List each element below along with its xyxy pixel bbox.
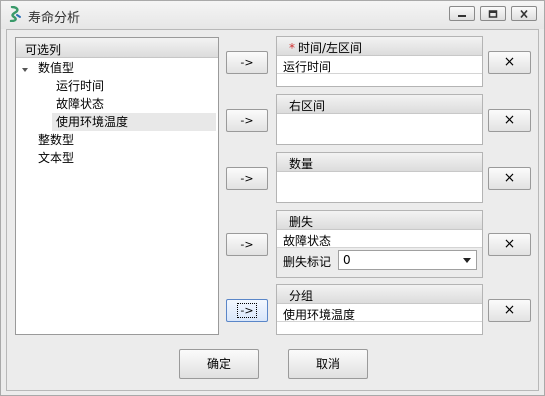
move-arrow-label: -> [237, 303, 257, 318]
tree-item-selected[interactable]: 使用环境温度 [52, 113, 216, 131]
move-to-quantity-button[interactable]: -> [226, 167, 268, 190]
remove-right-interval-button[interactable]: × [488, 109, 531, 132]
tree-group-integer[interactable]: 整数型 [38, 131, 74, 149]
remove-label: × [503, 112, 516, 128]
quantity-label: 数量 [277, 153, 482, 172]
right-interval-label: 右区间 [277, 95, 482, 114]
censor-label: 删失 [277, 211, 482, 230]
move-to-time-button[interactable]: -> [226, 51, 268, 74]
censor-flag-label: 删失标记 [283, 255, 332, 269]
column-list-header: 可选列 [16, 38, 218, 58]
group-label: 分组 [277, 285, 482, 304]
move-arrow-label: -> [240, 238, 254, 251]
app-logo-icon [8, 5, 22, 23]
censor-flag-row: 删失标记 0 [277, 248, 482, 274]
move-arrow-label: -> [240, 114, 254, 127]
censor-value[interactable]: 故障状态 [277, 230, 482, 248]
tree-item[interactable]: 运行时间 [56, 77, 216, 95]
time-left-interval-label: 时间/左区间 [298, 41, 363, 55]
quantity-slot[interactable]: 数量 [276, 152, 483, 203]
move-to-censor-button[interactable]: -> [226, 233, 268, 256]
remove-label: × [503, 236, 516, 252]
ok-button[interactable]: 确定 [179, 349, 259, 379]
minimize-icon [457, 10, 467, 18]
group-slot[interactable]: 分组 使用环境温度 [276, 284, 483, 335]
right-interval-value[interactable] [277, 114, 482, 132]
remove-label: × [503, 54, 516, 70]
remove-label: × [503, 302, 516, 318]
censor-flag-select[interactable]: 0 [338, 250, 477, 270]
close-icon [519, 9, 529, 18]
maximize-button[interactable] [480, 6, 506, 21]
dialog-body: 可选列 数值型 运行时间 故障状态 使用环境温度 整数型 文本型 -> -> -… [6, 29, 539, 391]
dropdown-arrow-icon[interactable] [463, 258, 471, 263]
remove-censor-button[interactable]: × [488, 233, 531, 256]
move-to-group-button[interactable]: -> [226, 299, 268, 322]
window-title: 寿命分析 [28, 11, 81, 26]
tree-group-text[interactable]: 文本型 [38, 149, 74, 167]
time-left-interval-slot[interactable]: * 时间/左区间 运行时间 [276, 36, 483, 87]
expand-arrow-icon[interactable] [21, 63, 29, 72]
close-button[interactable] [511, 6, 537, 21]
maximize-icon [488, 9, 498, 18]
required-mark: * [289, 41, 295, 55]
move-arrow-label: -> [240, 172, 254, 185]
move-to-right-interval-button[interactable]: -> [226, 109, 268, 132]
move-arrow-label: -> [240, 56, 254, 69]
quantity-value[interactable] [277, 172, 482, 190]
remove-group-button[interactable]: × [488, 299, 531, 322]
tree-group-numeric[interactable]: 数值型 [38, 59, 74, 77]
time-left-interval-header: * 时间/左区间 [277, 37, 482, 56]
cancel-button[interactable]: 取消 [288, 349, 368, 379]
minimize-button[interactable] [449, 6, 475, 21]
censor-slot[interactable]: 删失 故障状态 删失标记 0 [276, 210, 483, 278]
remove-time-button[interactable]: × [488, 51, 531, 74]
time-left-interval-value[interactable]: 运行时间 [277, 56, 482, 74]
dialog-window: 寿命分析 可选列 数值型 运行时间 故障状态 使用环境温度 整数型 文本型 ->… [0, 0, 545, 396]
title-bar[interactable]: 寿命分析 [1, 1, 544, 29]
tree-item[interactable]: 故障状态 [56, 95, 216, 113]
remove-label: × [503, 170, 516, 186]
group-value[interactable]: 使用环境温度 [277, 304, 482, 322]
column-list[interactable]: 可选列 数值型 运行时间 故障状态 使用环境温度 整数型 文本型 [15, 37, 219, 335]
remove-quantity-button[interactable]: × [488, 167, 531, 190]
censor-flag-value: 0 [343, 253, 351, 267]
right-interval-slot[interactable]: 右区间 [276, 94, 483, 145]
